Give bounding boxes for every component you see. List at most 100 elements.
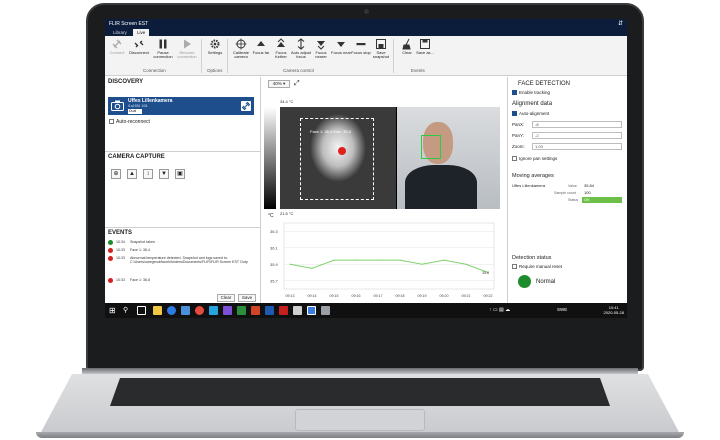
auto-reconnect-checkbox[interactable]: [109, 119, 114, 125]
taskbar: ⊞ ⚲ ↑ ▭ ▤ ☁ SWE 10:41 2020-05-28: [105, 303, 627, 318]
tray-icons[interactable]: ↑ ▭ ▤ ☁: [489, 307, 510, 313]
event-time: 10:34: [116, 240, 125, 244]
ribbon: Connect Disconnect Pause connection Resu…: [105, 36, 627, 76]
settings-button[interactable]: Settings: [205, 38, 225, 55]
focus-stop-button[interactable]: Focus stop: [351, 38, 371, 55]
discovery-title: DISCOVERY: [108, 79, 144, 85]
left-panel: DISCOVERY Uffes Lillenkamera i1a1551 108…: [105, 77, 261, 303]
camera-view[interactable]: Face 1: 36.4 Max: 35.8: [280, 107, 500, 209]
save-snapshot-button[interactable]: Save snapshot: [371, 38, 391, 60]
skype-icon[interactable]: [209, 306, 218, 315]
camera-card[interactable]: Uffes Lillenkamera i1a1551 108 Dual: [108, 97, 254, 115]
focus-far-button[interactable]: Focus far: [251, 38, 271, 55]
ignore-pan-checkbox[interactable]: [512, 156, 517, 162]
enable-tracking-checkbox[interactable]: [512, 90, 517, 96]
teams-icon[interactable]: [223, 306, 232, 315]
x-tick-label: 09:19: [418, 294, 427, 298]
pause-button[interactable]: Pause connection: [153, 38, 173, 60]
group-label-camera-control: Camera control: [283, 68, 314, 73]
event-row[interactable]: 10:33 Face 1: 36.4: [108, 248, 255, 254]
capture-down-button[interactable]: ▼: [159, 169, 169, 179]
face-detection-panel: FACE DETECTION Enable tracking Alignment…: [507, 77, 627, 303]
clear-events-button[interactable]: Clear: [397, 38, 417, 55]
file-explorer-icon[interactable]: [153, 306, 162, 315]
camera-mode-select[interactable]: Dual: [128, 109, 142, 114]
auto-reconnect-row[interactable]: Auto-reconnect: [109, 119, 150, 125]
enable-tracking-row[interactable]: Enable tracking: [512, 90, 550, 96]
clear-button[interactable]: Clear: [217, 294, 235, 302]
updown-arrows-icon: [297, 38, 305, 50]
word-icon[interactable]: [265, 306, 274, 315]
require-reset-row[interactable]: Require manual reset: [512, 264, 562, 270]
disconnect-label: Disconnect: [129, 50, 149, 55]
filezilla-icon[interactable]: [279, 306, 288, 315]
resume-button[interactable]: Resume connection: [177, 38, 197, 60]
zoom-field[interactable]: 1.03: [532, 143, 622, 150]
auto-focus-button[interactable]: Auto adjust focus: [291, 38, 311, 60]
focus-nearer-button[interactable]: Focus nearer: [311, 38, 331, 60]
capture-up-button[interactable]: ▲: [127, 169, 137, 179]
normal-status-label: Normal: [536, 279, 556, 285]
mail-icon[interactable]: [181, 306, 190, 315]
calibrate-button[interactable]: Calibrate camera: [231, 38, 251, 60]
save-as-button[interactable]: Save as...: [415, 38, 435, 55]
data-point: [333, 259, 335, 261]
laptop-front-edge: [36, 432, 684, 438]
zoom-select[interactable]: 40% ▾: [268, 80, 290, 88]
disconnect-button[interactable]: Disconnect: [129, 38, 149, 55]
capture-updown-button[interactable]: ↕: [143, 169, 153, 179]
group-separator: [393, 39, 394, 73]
focus-near-button[interactable]: Focus near: [331, 38, 351, 55]
auto-alignment-label: Auto-alignment: [519, 111, 550, 116]
x-tick-label: 09:17: [374, 294, 383, 298]
chrome-icon[interactable]: [195, 306, 204, 315]
app-icon[interactable]: [321, 306, 330, 315]
pany-field[interactable]: -2: [532, 132, 622, 139]
event-row[interactable]: 10:34 Snapshot taken: [108, 240, 255, 246]
tab-live[interactable]: Live: [133, 29, 150, 36]
flir-screen-app-icon[interactable]: [307, 306, 316, 315]
link-icon[interactable]: [241, 101, 251, 111]
temperature-scale: [264, 107, 276, 209]
updown-arrows-icon: ↕: [146, 171, 150, 177]
clear-events-label: Clear: [402, 50, 412, 55]
clock[interactable]: 10:41 2020-05-28: [604, 305, 624, 315]
focus-stop-label: Focus stop: [351, 50, 371, 55]
search-icon[interactable]: ⚲: [123, 306, 128, 314]
windows-start-icon[interactable]: ⊞: [109, 306, 118, 315]
tab-library[interactable]: Library: [109, 29, 131, 36]
panx-field[interactable]: -8: [532, 121, 622, 128]
edge-browser-icon[interactable]: [167, 306, 176, 315]
crosshair-icon: [235, 38, 247, 50]
excel-icon[interactable]: [237, 306, 246, 315]
alignment-data-title: Alignment data: [512, 101, 553, 107]
require-reset-checkbox[interactable]: [512, 264, 517, 270]
auto-alignment-row[interactable]: Auto-alignment: [512, 111, 550, 117]
gear-icon: [210, 39, 220, 49]
window-menu-icon[interactable]: ⇵: [618, 20, 623, 27]
y-tick-label: 36.3: [270, 229, 279, 234]
data-point: [311, 267, 313, 269]
event-message: Snapshot taken: [130, 240, 155, 244]
capture-target-button[interactable]: ⊕: [111, 169, 121, 179]
powerpoint-icon[interactable]: [251, 306, 260, 315]
last-value-label: 35.8: [482, 271, 489, 275]
task-view-icon[interactable]: [137, 306, 146, 315]
scale-min-label: 21.5 °C: [280, 211, 294, 216]
event-row[interactable]: 10:33 Abnormal temperature detected. Sna…: [108, 256, 255, 273]
focus-further-button[interactable]: Focus further: [271, 38, 291, 60]
x-tick-label: 09:16: [352, 294, 361, 298]
capture-snapshot-button[interactable]: ▣: [175, 169, 185, 179]
connect-button[interactable]: Connect: [107, 38, 127, 55]
auto-alignment-checkbox[interactable]: [512, 111, 517, 117]
ignore-pan-row[interactable]: Ignore pan settings: [512, 156, 557, 162]
app-icon[interactable]: [293, 306, 302, 315]
data-point: [399, 259, 401, 261]
clock-date: 2020-05-28: [603, 310, 624, 315]
save-button[interactable]: Save: [238, 294, 256, 302]
events-panel: EVENTS 10:34 Snapshot taken 10:33 Face 1…: [105, 227, 261, 303]
fullscreen-icon[interactable]: ⤢: [294, 80, 300, 88]
zoom-label: Zoom:: [512, 144, 525, 149]
language-indicator[interactable]: SWE: [557, 307, 567, 312]
event-row[interactable]: 10:33 Face 1: 36.8: [108, 278, 255, 284]
